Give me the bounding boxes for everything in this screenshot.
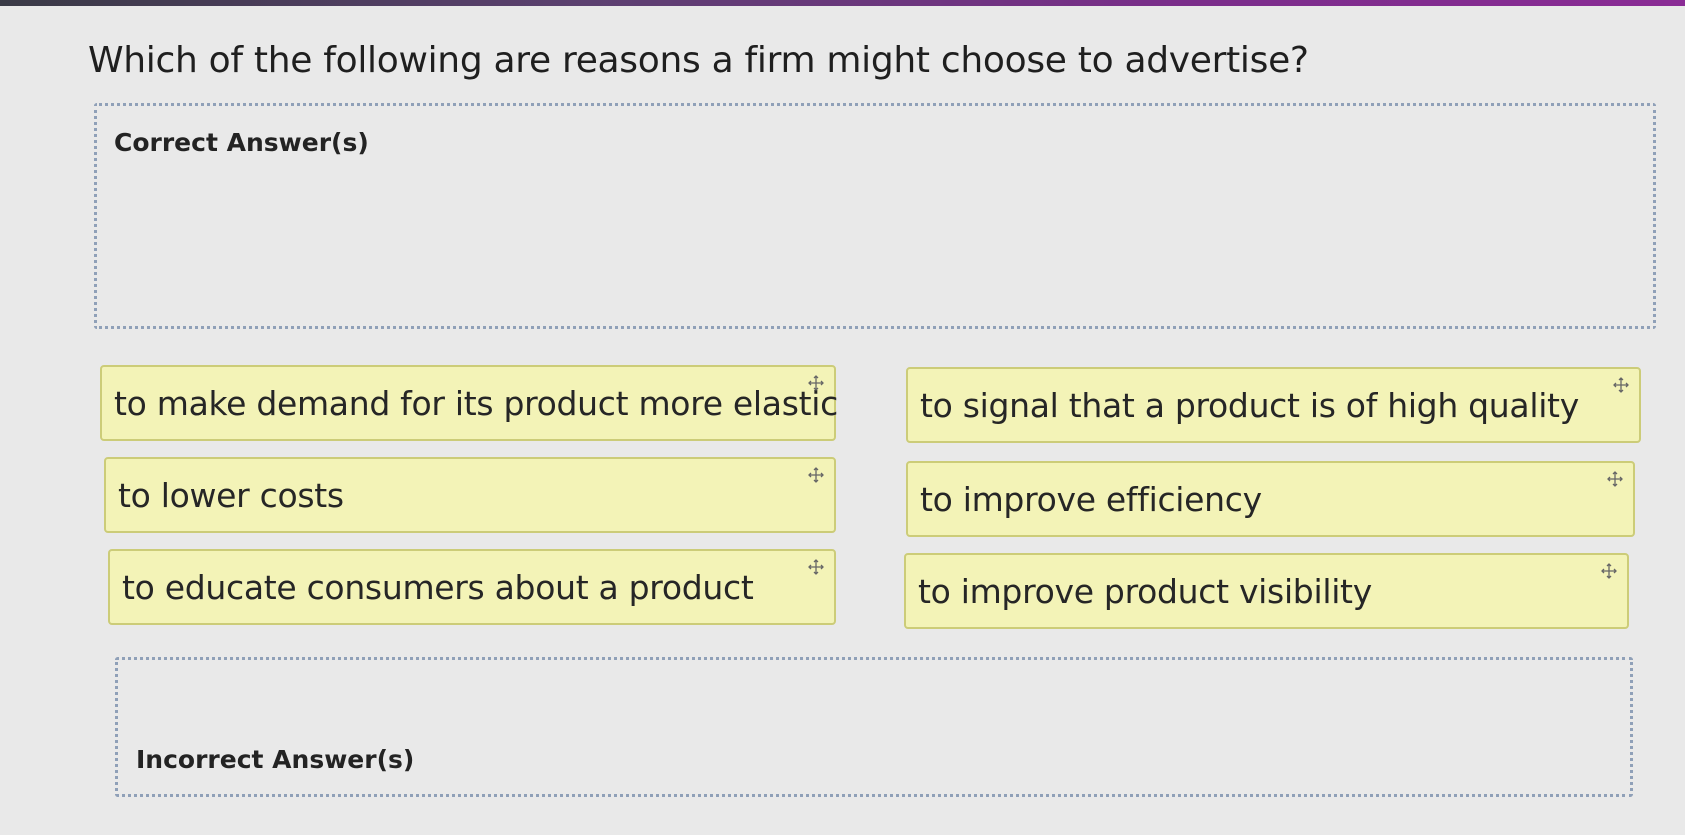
answer-card-label: to lower costs: [118, 476, 344, 515]
answer-card-signal-high-quality[interactable]: to signal that a product is of high qual…: [906, 367, 1641, 443]
answer-card-label: to signal that a product is of high qual…: [920, 386, 1579, 425]
move-icon: [808, 467, 824, 483]
move-icon: [808, 375, 824, 391]
answer-card-improve-efficiency[interactable]: to improve efficiency: [906, 461, 1635, 537]
answer-card-educate-consumers[interactable]: to educate consumers about a product: [108, 549, 836, 625]
top-accent-bar: [0, 0, 1685, 6]
answer-card-make-demand-elastic[interactable]: to make demand for its product more elas…: [100, 365, 838, 441]
correct-answers-title: Correct Answer(s): [114, 128, 369, 157]
move-icon: [808, 559, 824, 575]
incorrect-answers-dropzone[interactable]: Incorrect Answer(s): [115, 657, 1633, 797]
incorrect-answers-title: Incorrect Answer(s): [136, 745, 415, 774]
correct-answers-dropzone[interactable]: Correct Answer(s): [94, 103, 1656, 329]
answer-card-label: to improve product visibility: [918, 572, 1372, 611]
move-icon: [1607, 471, 1623, 487]
answer-card-improve-visibility[interactable]: to improve product visibility: [904, 553, 1629, 629]
answer-card-label: to improve efficiency: [920, 480, 1262, 519]
answer-card-lower-costs[interactable]: to lower costs: [104, 457, 836, 533]
question-text: Which of the following are reasons a fir…: [88, 40, 1309, 81]
answer-card-label: to educate consumers about a product: [122, 568, 754, 607]
move-icon: [1613, 377, 1629, 393]
answer-card-label: to make demand for its product more elas…: [114, 384, 838, 423]
move-icon: [1601, 563, 1617, 579]
